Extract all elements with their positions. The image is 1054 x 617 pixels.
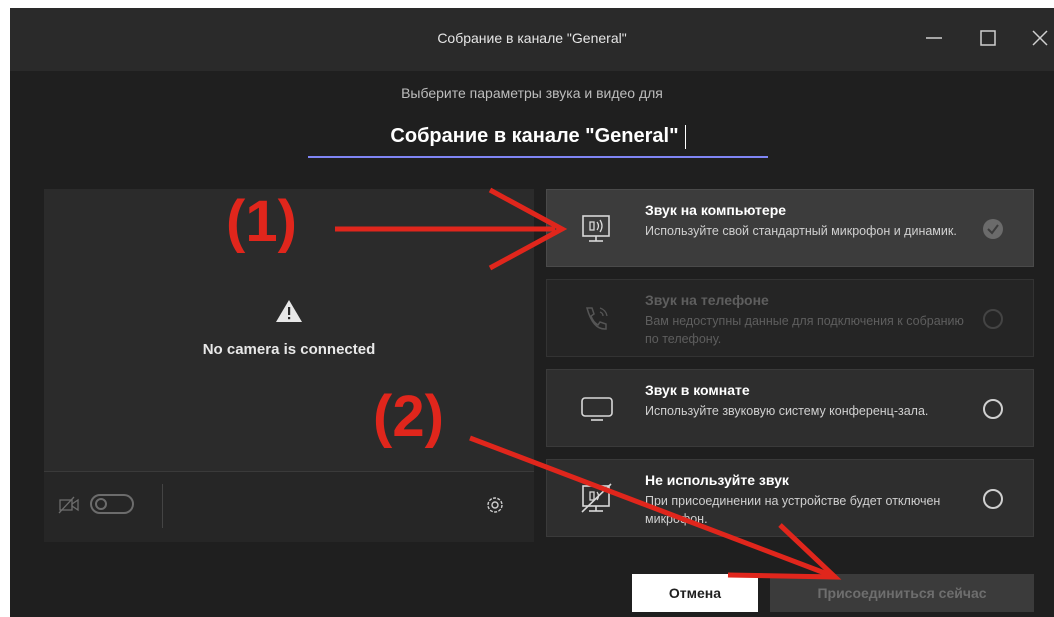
checkmark-icon bbox=[987, 224, 999, 235]
maximize-icon[interactable] bbox=[974, 24, 1002, 52]
audio-option-title: Звук на телефоне bbox=[645, 292, 769, 308]
audio-option-description: При присоединении на устройстве будет от… bbox=[645, 494, 941, 526]
radio-unselected[interactable] bbox=[983, 399, 1003, 419]
join-dialog-window: Собрание в канале "General" Выберите пар… bbox=[10, 8, 1054, 617]
warning-icon bbox=[276, 300, 302, 322]
annotation-label-1: (1) bbox=[226, 189, 297, 254]
annotation-label-2: (2) bbox=[373, 384, 444, 449]
audio-option-title: Не используйте звук bbox=[645, 472, 789, 488]
camera-off-icon bbox=[58, 496, 79, 514]
camera-toggle[interactable] bbox=[90, 494, 134, 514]
close-icon[interactable] bbox=[1026, 24, 1054, 52]
radio-unselected bbox=[983, 309, 1003, 329]
audio-option-title: Звук в комнате bbox=[645, 382, 750, 398]
audio-option-title: Звук на компьютере bbox=[645, 202, 787, 218]
computer-audio-icon bbox=[582, 215, 610, 242]
title-bar: Собрание в канале "General" bbox=[10, 8, 1054, 71]
camera-toggle-knob bbox=[95, 498, 107, 510]
audio-option-room[interactable]: Звук в комнате Используйте звуковую сист… bbox=[546, 369, 1034, 447]
room-audio-icon bbox=[581, 397, 613, 421]
preview-controls-bar bbox=[44, 471, 534, 542]
audio-option-phone: Звук на телефоне Вам недоступны данные д… bbox=[546, 279, 1034, 357]
dialog-subtitle: Выберите параметры звука и видео для bbox=[401, 85, 663, 101]
no-camera-message: No camera is connected bbox=[202, 341, 376, 358]
meeting-name-text: Собрание в канале "General" bbox=[390, 125, 679, 147]
audio-option-computer[interactable]: Звук на компьютере Используйте свой стан… bbox=[546, 189, 1034, 267]
audio-option-description: Вам недоступны данные для подключения к … bbox=[645, 314, 964, 346]
no-audio-icon bbox=[581, 483, 612, 513]
cancel-button[interactable]: Отмена bbox=[632, 574, 758, 612]
gear-icon[interactable] bbox=[484, 494, 506, 516]
phone-audio-icon bbox=[586, 307, 608, 330]
join-now-button[interactable]: Присоединиться сейчас bbox=[770, 574, 1034, 612]
audio-option-description: Используйте звуковую систему конференц-з… bbox=[645, 404, 929, 418]
radio-selected[interactable] bbox=[983, 219, 1003, 239]
meeting-name-field[interactable]: Собрание в канале "General" bbox=[308, 116, 768, 158]
audio-option-none[interactable]: Не используйте звук При присоединении на… bbox=[546, 459, 1034, 537]
window-title: Собрание в канале "General" bbox=[437, 30, 627, 46]
minimize-icon[interactable] bbox=[920, 24, 948, 52]
controls-divider bbox=[162, 484, 163, 528]
text-caret bbox=[684, 124, 686, 149]
audio-option-description: Используйте свой стандартный микрофон и … bbox=[645, 224, 957, 238]
radio-unselected[interactable] bbox=[983, 489, 1003, 509]
